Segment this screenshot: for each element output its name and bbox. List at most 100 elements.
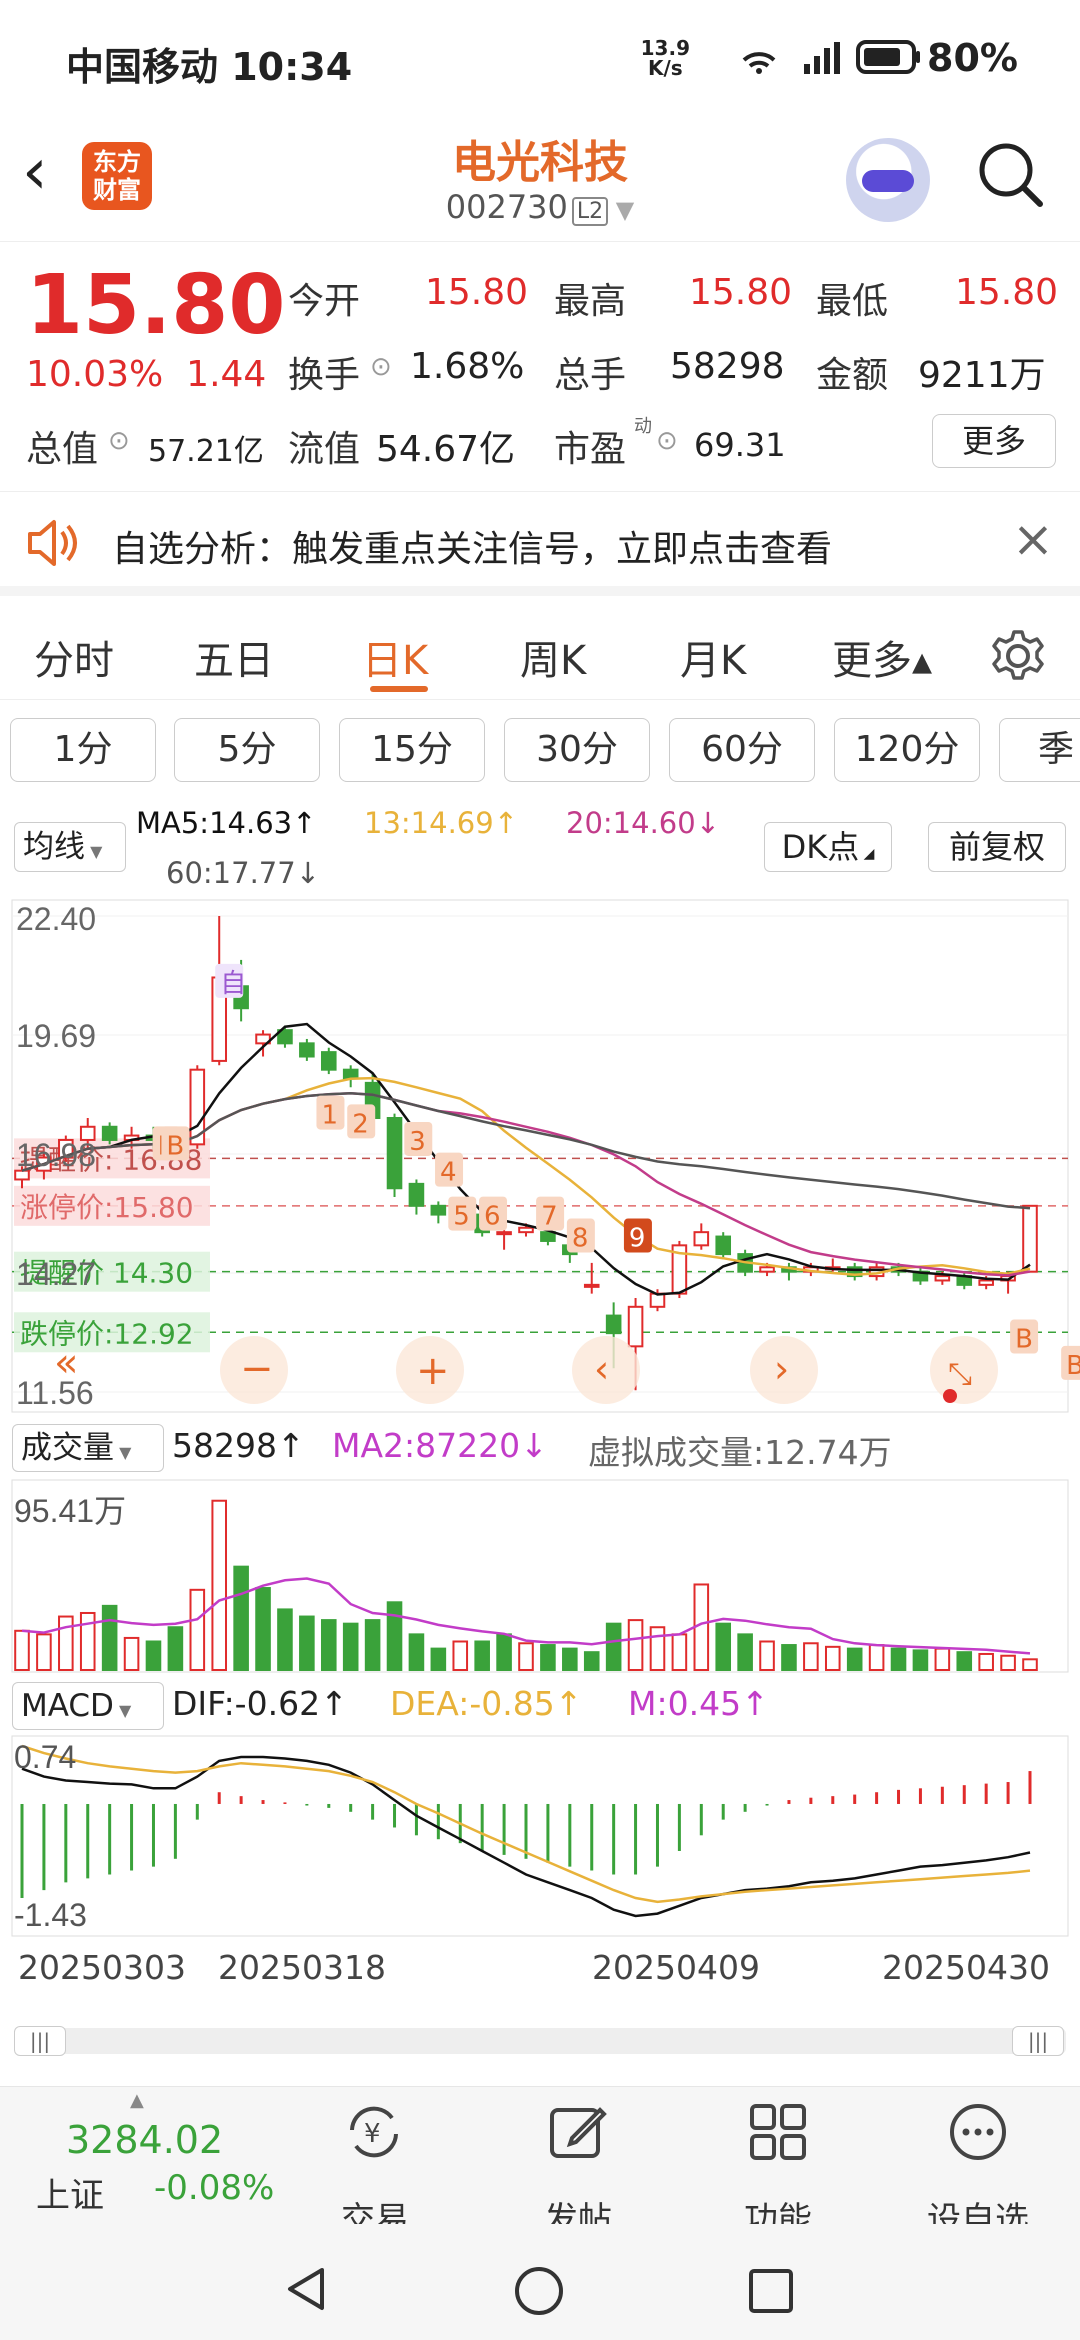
recents-square-icon[interactable]	[746, 2266, 796, 2316]
ma-selector[interactable]: 均线 ▼	[14, 822, 126, 872]
volume-bar[interactable]	[452, 1640, 469, 1671]
candle[interactable]	[583, 1283, 600, 1288]
volume-bar[interactable]	[803, 1642, 819, 1671]
volume-bar[interactable]	[1022, 1658, 1038, 1671]
candle[interactable]	[934, 1275, 951, 1282]
functions-icon[interactable]	[746, 2100, 810, 2164]
volume-bar[interactable]	[649, 1626, 666, 1671]
volume-bar[interactable]	[233, 1565, 249, 1671]
volume-bar[interactable]	[211, 1499, 228, 1672]
volume-bar[interactable]	[759, 1640, 775, 1671]
candle[interactable]	[430, 1204, 447, 1216]
volume-bar[interactable]	[167, 1626, 184, 1671]
more-dots-icon[interactable]	[946, 2100, 1010, 2164]
volume-bar[interactable]	[518, 1642, 534, 1671]
candle[interactable]	[605, 1314, 622, 1335]
adjust-button[interactable]: 前复权	[928, 822, 1066, 872]
volume-bar[interactable]	[1000, 1654, 1016, 1671]
candle[interactable]	[627, 1305, 644, 1348]
candle[interactable]	[1022, 1204, 1038, 1273]
volume-bar[interactable]	[474, 1640, 490, 1671]
volume-bar[interactable]	[36, 1633, 52, 1671]
tab-zhouk[interactable]: 周K	[520, 628, 586, 686]
scroll-handle-left[interactable]: |||	[14, 2026, 66, 2056]
volume-bar[interactable]	[14, 1629, 30, 1671]
volume-bar[interactable]	[408, 1633, 425, 1671]
volume-bar[interactable]	[255, 1587, 271, 1671]
volume-bar[interactable]	[912, 1649, 929, 1671]
volume-bar[interactable]	[342, 1622, 359, 1671]
volume-bar[interactable]	[605, 1622, 622, 1671]
period-5min[interactable]: 5分	[174, 718, 320, 782]
volume-bar[interactable]	[430, 1647, 447, 1671]
volume-bar[interactable]	[956, 1651, 973, 1671]
volume-bar[interactable]	[364, 1619, 381, 1671]
period-120min[interactable]: 120分	[834, 718, 980, 782]
candle[interactable]	[299, 1042, 315, 1058]
period-15min[interactable]: 15分	[339, 718, 485, 782]
tab-rik[interactable]: 日K	[362, 628, 428, 686]
volume-chart[interactable]: 95.41万	[0, 1478, 1080, 1674]
scroll-left-icon[interactable]: «	[54, 1340, 78, 1386]
volume-bar[interactable]	[145, 1640, 162, 1671]
volume-bar[interactable]	[781, 1644, 797, 1671]
period-60min[interactable]: 60分	[669, 718, 815, 782]
volume-bar[interactable]	[846, 1647, 863, 1671]
volume-bar[interactable]	[277, 1608, 293, 1671]
candle[interactable]	[759, 1266, 775, 1273]
candle[interactable]	[320, 1051, 337, 1071]
volume-bar[interactable]	[627, 1619, 644, 1671]
candle[interactable]	[540, 1231, 556, 1242]
assistant-robot-icon[interactable]	[846, 138, 930, 222]
analysis-notice[interactable]: 自选分析：触发重点关注信号，立即点击查看 ×	[0, 492, 1080, 596]
volume-bar[interactable]	[562, 1647, 578, 1671]
macd-selector[interactable]: MACD ▼	[12, 1682, 164, 1730]
period-quarter[interactable]: 季	[999, 718, 1080, 782]
trade-icon[interactable]: ¥	[342, 2100, 406, 2164]
volume-bar[interactable]	[58, 1615, 74, 1671]
volume-bar[interactable]	[79, 1611, 96, 1671]
period-30min[interactable]: 30分	[504, 718, 650, 782]
volume-bar[interactable]	[824, 1645, 841, 1671]
tab-fenshi[interactable]: 分时	[34, 628, 114, 686]
candle[interactable]	[715, 1235, 732, 1256]
tab-yuek[interactable]: 月K	[680, 628, 746, 686]
info-icon[interactable]: ⊙	[108, 426, 130, 456]
volume-bar[interactable]	[737, 1633, 753, 1671]
period-1min[interactable]: 1分	[10, 718, 156, 782]
index-name[interactable]: 上证	[36, 2168, 104, 2217]
candle[interactable]	[496, 1231, 512, 1236]
volume-bar[interactable]	[978, 1652, 994, 1671]
candle[interactable]	[101, 1125, 118, 1141]
tab-more[interactable]: 更多▴	[832, 628, 932, 686]
search-icon[interactable]	[976, 140, 1046, 210]
scroll-handle-right[interactable]: |||	[1012, 2026, 1064, 2056]
index-change[interactable]: -0.08%	[154, 2168, 274, 2208]
post-icon[interactable]	[546, 2100, 610, 2164]
volume-bar[interactable]	[890, 1647, 907, 1671]
volume-selector[interactable]: 成交量 ▼	[12, 1424, 164, 1472]
volume-bar[interactable]	[715, 1622, 732, 1671]
info-icon[interactable]: ⊙	[656, 426, 678, 456]
volume-bar[interactable]	[386, 1601, 403, 1671]
tab-wuri[interactable]: 五日	[194, 628, 274, 686]
candle[interactable]	[342, 1068, 359, 1080]
chart-scrollbar[interactable]	[14, 2028, 1066, 2054]
volume-bar[interactable]	[189, 1588, 206, 1671]
candle[interactable]	[693, 1231, 710, 1247]
volume-bar[interactable]	[934, 1647, 951, 1671]
back-triangle-icon[interactable]	[282, 2264, 332, 2314]
volume-bar[interactable]	[496, 1633, 512, 1671]
info-icon[interactable]: ⊙	[370, 352, 392, 382]
volume-bar[interactable]	[671, 1633, 688, 1671]
volume-bar[interactable]	[123, 1636, 140, 1671]
candle[interactable]	[386, 1116, 403, 1190]
dk-button[interactable]: DK点 ◢	[764, 822, 892, 872]
volume-bar[interactable]	[868, 1644, 885, 1671]
candle[interactable]	[978, 1279, 994, 1286]
candle[interactable]	[408, 1182, 425, 1207]
candle[interactable]	[518, 1226, 534, 1234]
kline-chart[interactable]: 提醒价: 16.88涨停价:15.80提醒价 14.30跌停价:12.92 自B…	[0, 896, 1080, 1416]
gear-icon[interactable]	[990, 628, 1046, 684]
macd-chart[interactable]: 0.74 -1.43	[0, 1734, 1080, 1938]
